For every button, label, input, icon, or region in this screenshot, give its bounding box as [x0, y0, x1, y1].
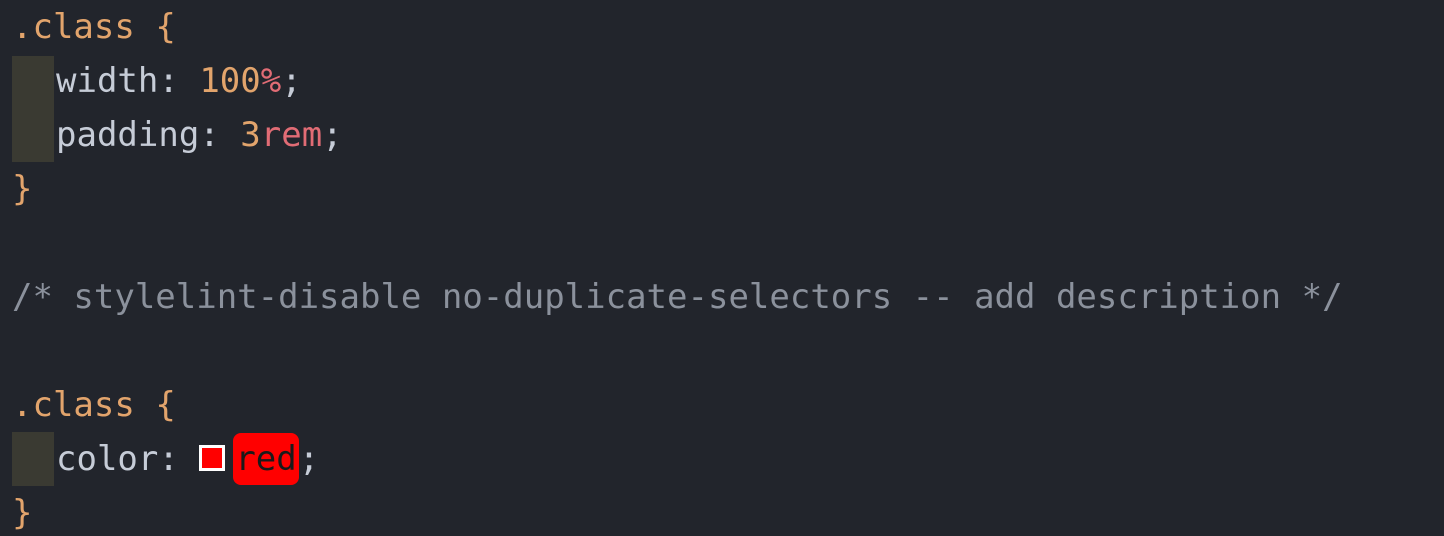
semicolon: ;: [298, 439, 320, 479]
code-line-8[interactable]: .class {: [12, 378, 176, 432]
property-name: color: [56, 439, 159, 479]
property-name: padding: [56, 115, 200, 155]
code-line-3[interactable]: padding: 3rem;: [56, 108, 343, 162]
code-line-1[interactable]: .class {: [12, 0, 176, 54]
unit: %: [260, 61, 282, 101]
open-brace: {: [155, 7, 176, 47]
code-line-10[interactable]: }: [12, 486, 32, 536]
property-name: width: [56, 61, 159, 101]
code-editor[interactable]: .class { width: 100%; padding: 3rem; } /…: [0, 0, 1444, 536]
selector: .class: [12, 385, 135, 425]
close-brace: }: [12, 169, 33, 209]
semicolon: ;: [281, 61, 302, 101]
close-brace: }: [12, 493, 33, 533]
code-line-4[interactable]: }: [12, 162, 32, 216]
number-value: 100: [199, 61, 261, 101]
colon: :: [158, 61, 179, 101]
indent-guide: [12, 56, 54, 162]
selector: .class: [12, 7, 135, 47]
number-value: 3: [240, 115, 261, 155]
semicolon: ;: [322, 115, 343, 155]
color-swatch-icon[interactable]: [199, 444, 226, 471]
color-value-highlight: red: [233, 433, 299, 485]
comment: /* stylelint-disable no-duplicate-select…: [12, 277, 1343, 317]
colon: :: [158, 439, 179, 479]
unit: rem: [260, 115, 323, 155]
open-brace: {: [155, 385, 176, 425]
indent-guide: [12, 432, 54, 486]
code-line-2[interactable]: width: 100%;: [56, 54, 302, 108]
code-line-9[interactable]: color: red;: [56, 432, 319, 486]
colon: :: [199, 115, 220, 155]
code-line-6[interactable]: /* stylelint-disable no-duplicate-select…: [12, 270, 1343, 324]
